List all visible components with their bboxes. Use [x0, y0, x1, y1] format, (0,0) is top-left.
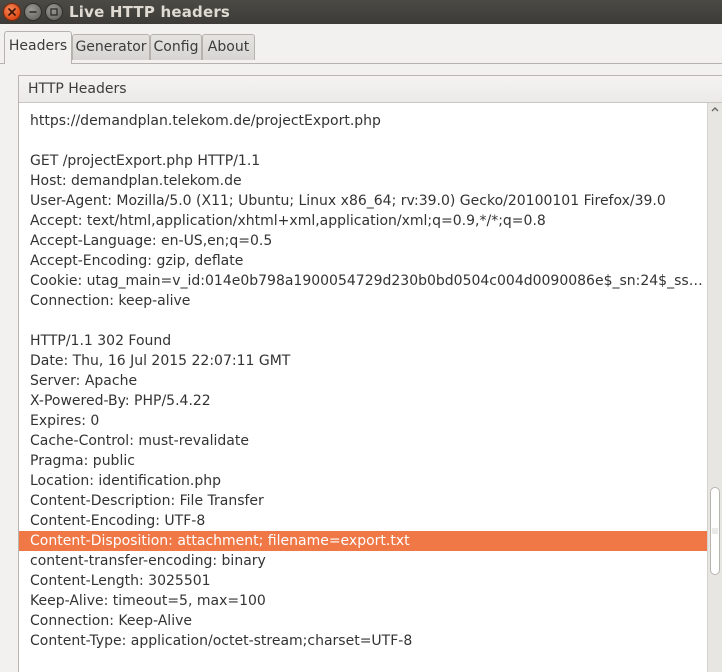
header-line[interactable]: Accept-Encoding: gzip, deflate	[19, 251, 707, 271]
header-line[interactable]: GET /projectExport.php HTTP/1.1	[19, 151, 707, 171]
header-line[interactable]: Pragma: public	[19, 451, 707, 471]
header-line[interactable]: Accept-Language: en-US,en;q=0.5	[19, 231, 707, 251]
header-line[interactable]: User-Agent: Mozilla/5.0 (X11; Ubuntu; Li…	[19, 191, 707, 211]
header-line[interactable]: Keep-Alive: timeout=5, max=100	[19, 591, 707, 611]
header-line[interactable]: HTTP/1.1 302 Found	[19, 331, 707, 351]
header-line[interactable]: X-Powered-By: PHP/5.4.22	[19, 391, 707, 411]
header-line[interactable]	[19, 131, 707, 151]
header-line[interactable]: Server: Apache	[19, 371, 707, 391]
headers-lines: https://demandplan.telekom.de/projectExp…	[19, 111, 707, 651]
tab-about[interactable]: About	[202, 34, 255, 60]
headers-text-area[interactable]: https://demandplan.telekom.de/projectExp…	[19, 103, 707, 672]
vertical-scrollbar[interactable]	[707, 103, 722, 672]
header-line[interactable]: Expires: 0	[19, 411, 707, 431]
scroll-up-arrow-icon[interactable]	[708, 103, 722, 117]
header-line[interactable]: https://demandplan.telekom.de/projectExp…	[19, 111, 707, 131]
http-headers-panel-title: HTTP Headers	[19, 76, 722, 103]
tab-config[interactable]: Config	[150, 34, 202, 60]
http-headers-panel: HTTP Headers https://demandplan.telekom.…	[18, 75, 722, 672]
close-icon	[8, 8, 16, 16]
header-line[interactable]: content-transfer-encoding: binary	[19, 551, 707, 571]
selected-header-line[interactable]: Content-Disposition: attachment; filenam…	[19, 531, 707, 551]
header-line[interactable]	[19, 311, 707, 331]
maximize-window-button[interactable]	[45, 3, 63, 21]
header-line[interactable]: Location: identification.php	[19, 471, 707, 491]
live-http-headers-window: Live HTTP headers Headers Generator Conf…	[0, 0, 722, 672]
header-line[interactable]: Content-Type: application/octet-stream;c…	[19, 631, 707, 651]
header-line[interactable]: Content-Length: 3025501	[19, 571, 707, 591]
tab-bar: Headers Generator Config About	[0, 24, 722, 64]
header-line[interactable]: Cache-Control: must-revalidate	[19, 431, 707, 451]
minimize-window-button[interactable]	[24, 3, 42, 21]
tab-generator[interactable]: Generator	[72, 34, 150, 60]
header-line[interactable]: Date: Thu, 16 Jul 2015 22:07:11 GMT	[19, 351, 707, 371]
header-line[interactable]: Content-Description: File Transfer	[19, 491, 707, 511]
header-line[interactable]: Accept: text/html,application/xhtml+xml,…	[19, 211, 707, 231]
header-line[interactable]: Host: demandplan.telekom.de	[19, 171, 707, 191]
header-line[interactable]: Connection: keep-alive	[19, 291, 707, 311]
title-bar: Live HTTP headers	[0, 0, 722, 24]
scrollbar-grip-icon	[712, 528, 718, 534]
minimize-icon	[29, 11, 37, 13]
maximize-icon	[50, 8, 58, 16]
tab-bar-divider	[0, 63, 722, 64]
header-line[interactable]: Connection: Keep-Alive	[19, 611, 707, 631]
window-title: Live HTTP headers	[69, 3, 231, 21]
close-window-button[interactable]	[3, 3, 21, 21]
header-line[interactable]: Content-Encoding: UTF-8	[19, 511, 707, 531]
tab-headers[interactable]: Headers	[4, 31, 72, 64]
header-line[interactable]: Cookie: utag_main=v_id:014e0b798a1900054…	[19, 271, 707, 291]
